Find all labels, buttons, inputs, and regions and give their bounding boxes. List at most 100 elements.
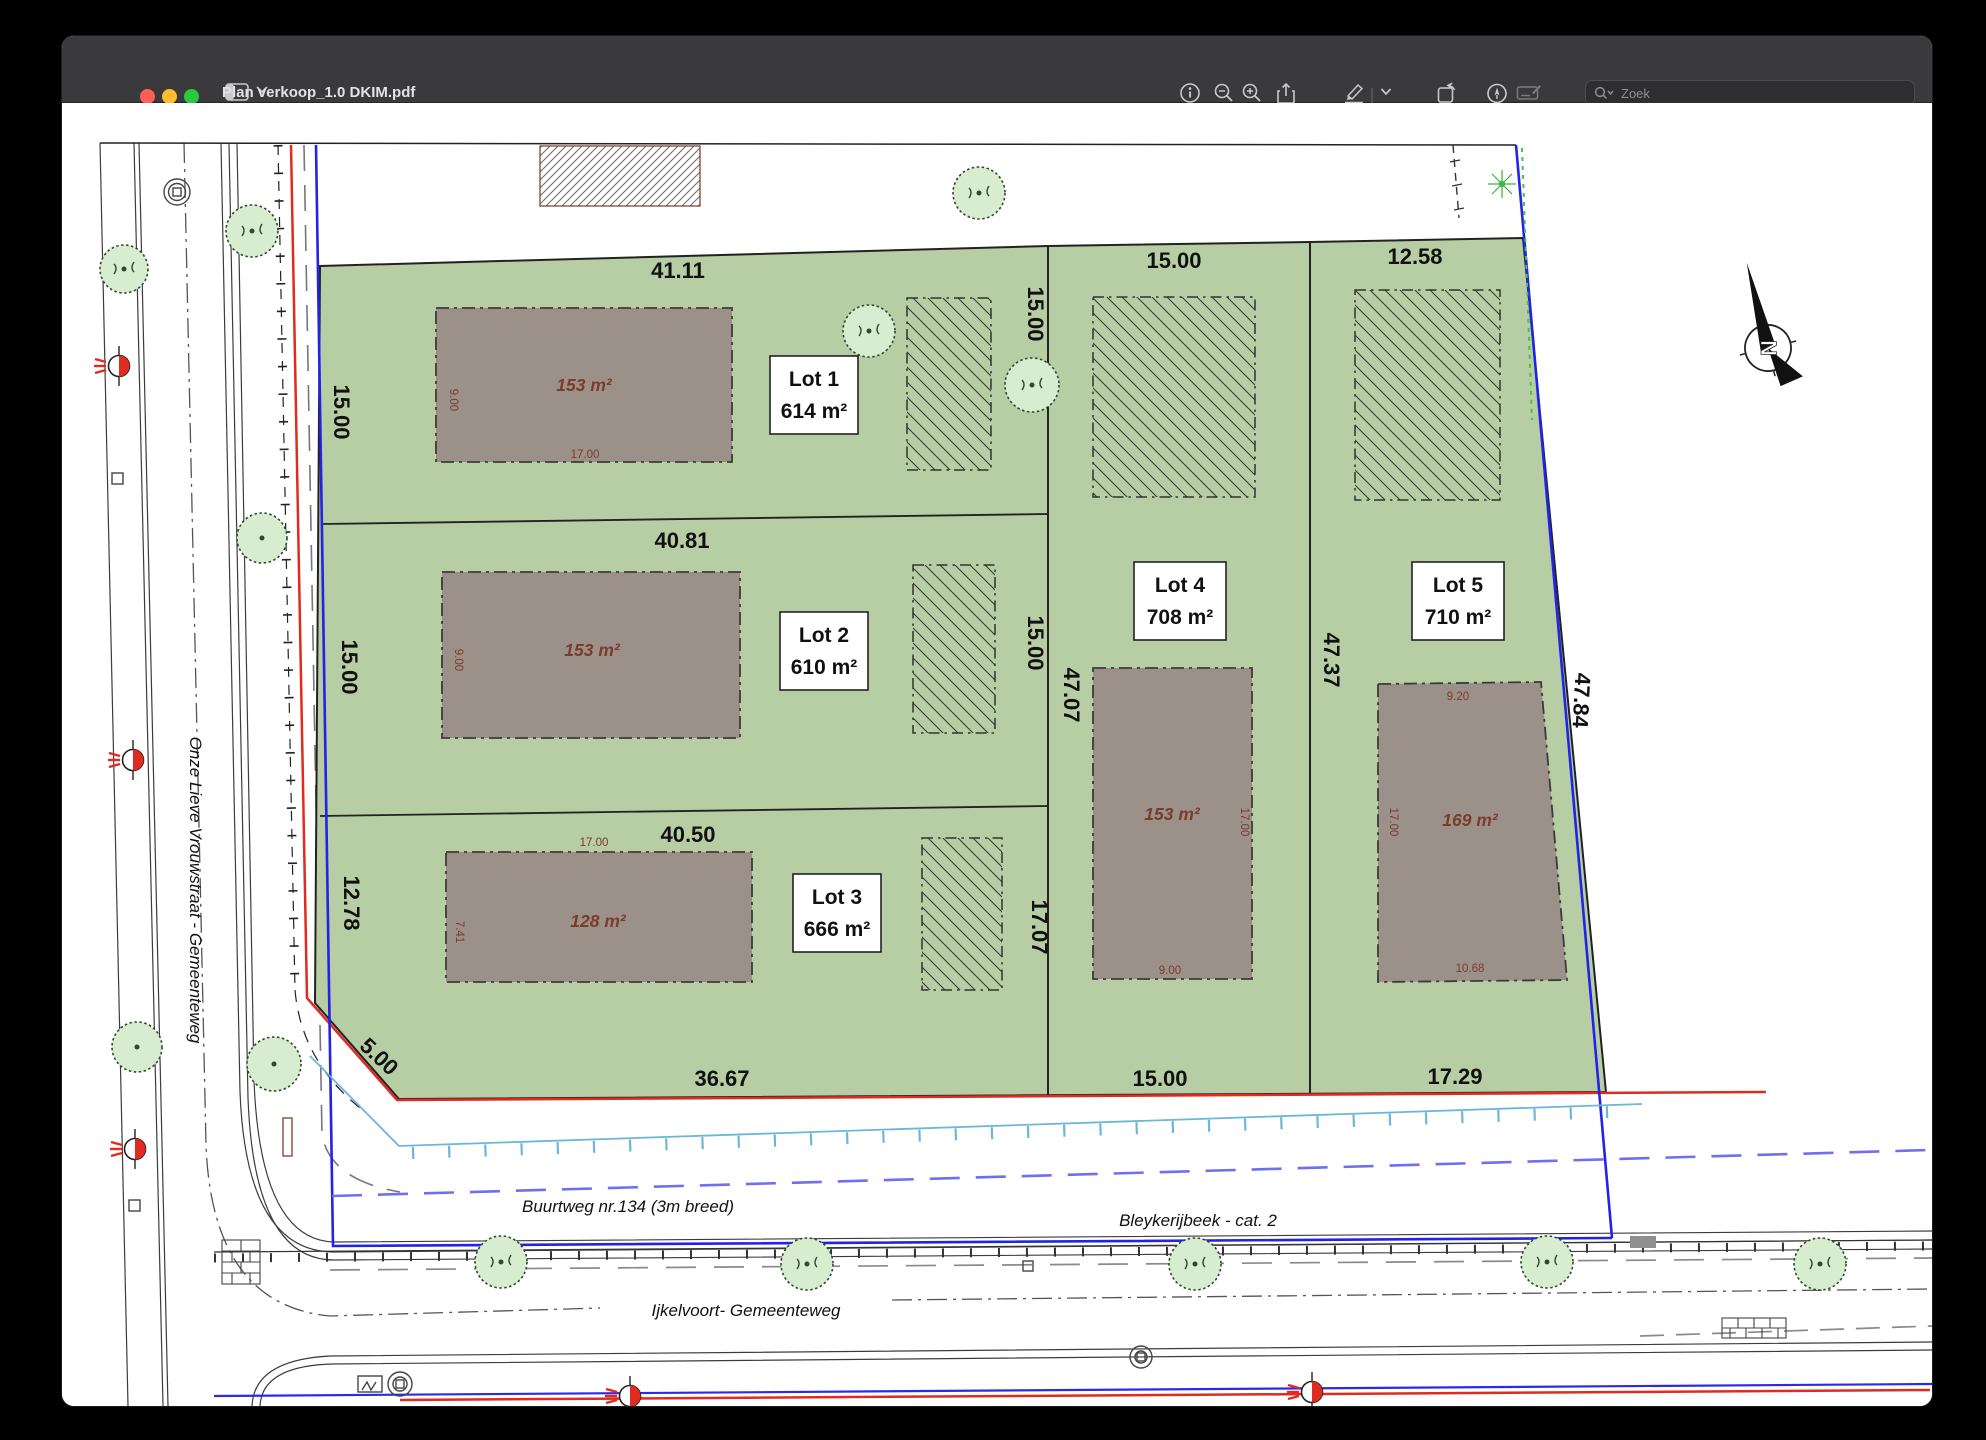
minimize-button[interactable] [162, 89, 177, 104]
titlebar: Weergave Plan verkoop_1.0 DKIM.pdf 1 pag… [62, 36, 1932, 103]
form-icon [1516, 82, 1542, 104]
lot4-building-side: 9.00 [1159, 965, 1181, 977]
dim-top-lot4: 15.00 [1146, 248, 1201, 273]
lot5-building-length: 17.00 [1387, 808, 1399, 837]
window-title: Plan verkoop_1.0 DKIM.pdf [222, 84, 415, 101]
highlight-button[interactable] [1342, 82, 1366, 104]
driveway-lot4 [1093, 297, 1255, 497]
street-label-buurtweg: Buurtweg nr.134 (3m breed) [522, 1197, 734, 1216]
lot3-name: Lot 3 [812, 886, 862, 909]
lot5-area: 710 m² [1425, 606, 1492, 629]
lot1-building-area: 153 m² [556, 375, 613, 395]
dim-bottom-left: 36.67 [694, 1066, 749, 1091]
driveway-lot2 [913, 565, 995, 733]
dim-lot5-depth-right: 47.84 [1568, 672, 1596, 729]
dim-left-middle: 15.00 [337, 639, 362, 694]
street-label-bleykerijbeek: Bleykerijbeek - cat. 2 [1119, 1211, 1277, 1230]
lot3-building-side: 7.41 [453, 921, 465, 943]
zoom-in-icon [1241, 82, 1263, 104]
street-label-ijkelvoort: Ijkelvoort- Gemeenteweg [652, 1301, 842, 1320]
driveway-lot5 [1355, 290, 1500, 500]
zoom-out-icon [1213, 82, 1235, 104]
lot1-area: 614 m² [781, 400, 848, 423]
marker-post [283, 1118, 292, 1156]
lot5-building-area: 169 m² [1442, 810, 1499, 830]
zoom-out-button[interactable] [1213, 82, 1235, 104]
preview-window: Weergave Plan verkoop_1.0 DKIM.pdf 1 pag… [62, 36, 1932, 1406]
lot2-building-side: 9.00 [452, 649, 464, 671]
markup-icon [1486, 82, 1509, 105]
info-button[interactable] [1179, 82, 1201, 104]
lot2-name: Lot 2 [799, 624, 849, 647]
shrub-icon [1488, 170, 1516, 198]
dim-top-lot1: 41.11 [651, 258, 705, 283]
site-plan: 153 m² 17.00 9.00 153 m² 9.00 17.00 128 … [62, 103, 1932, 1406]
dim-lot4-depth-right: 47.37 [1319, 632, 1344, 687]
lot1-building-length: 17.00 [571, 449, 600, 461]
dim-lot2-right: 15.00 [1023, 615, 1048, 670]
north-compass: N [1719, 256, 1806, 394]
markup-button[interactable] [1486, 82, 1509, 105]
search-input[interactable] [1619, 85, 1906, 102]
dim-left-upper: 15.00 [329, 384, 354, 439]
highlight-chevron-icon[interactable] [1381, 88, 1392, 96]
brick-wall-icon [1722, 1318, 1786, 1338]
frame-top-line [100, 143, 1516, 145]
utility-box [112, 473, 123, 484]
pdf-page[interactable]: 153 m² 17.00 9.00 153 m² 9.00 17.00 128 … [62, 103, 1932, 1406]
lamp-icon [94, 346, 130, 386]
lot5-building-bottom: 10.68 [1456, 963, 1485, 975]
rotate-icon [1435, 82, 1459, 105]
culvert-mark [1630, 1236, 1656, 1248]
dim-mid-lot2: 40.81 [654, 528, 709, 553]
lot1-building-side: 9.00 [447, 389, 459, 411]
lot1-label-box: Lot 1 614 m² [770, 356, 858, 434]
fill-form-button[interactable] [1516, 82, 1542, 104]
lot5-name: Lot 5 [1433, 574, 1483, 597]
dim-lot4-depth-left: 47.07 [1059, 667, 1084, 722]
lot2-area: 610 m² [791, 656, 858, 679]
lot3-building-area: 128 m² [570, 911, 627, 931]
street-label-left: Onze Lieve Vrouwstraat - Gemeenteweg [186, 737, 205, 1044]
manhole-icon [164, 179, 190, 205]
dim-mid-lot3: 40.50 [660, 822, 715, 847]
dim-left-lower: 12.78 [339, 875, 364, 930]
info-icon [1179, 82, 1201, 104]
lot4-building-length: 17.00 [1238, 808, 1250, 837]
search-icon [1594, 86, 1614, 100]
dim-top-lot5: 12.58 [1387, 244, 1442, 269]
brick-wall-icon [222, 1240, 260, 1284]
manhole-icon [358, 1372, 412, 1396]
lot3-area: 666 m² [804, 918, 871, 941]
lot1-name: Lot 1 [789, 368, 839, 391]
lot2-label-box: Lot 2 610 m² [780, 612, 868, 690]
lot4-area: 708 m² [1147, 606, 1214, 629]
dim-bottom-right: 17.29 [1427, 1064, 1482, 1089]
close-button[interactable] [140, 89, 155, 104]
utility-box [1023, 1261, 1033, 1271]
dim-lot1-right: 15.00 [1023, 286, 1048, 341]
lot5-label-box: Lot 5 710 m² [1412, 562, 1504, 640]
zoom-in-button[interactable] [1241, 82, 1263, 104]
driveway-lot1 [907, 298, 991, 470]
toolbar-divider [1371, 88, 1374, 104]
driveway-lot3 [922, 838, 1002, 990]
lot4-building-area: 153 m² [1144, 804, 1201, 824]
lot3-label-box: Lot 3 666 m² [793, 874, 881, 952]
compass-n-label: N [1756, 340, 1781, 356]
lamp-icon [110, 1129, 146, 1169]
lot4-name: Lot 4 [1155, 574, 1205, 597]
lot4-label-box: Lot 4 708 m² [1134, 562, 1226, 640]
building-lot5 [1378, 682, 1567, 982]
dim-lot3-right: 17.07 [1027, 899, 1052, 954]
pencil-icon [1342, 82, 1366, 104]
lot5-building-top: 9.20 [1447, 691, 1469, 703]
dim-bottom-mid: 15.00 [1132, 1066, 1187, 1091]
brook-lines [214, 1056, 1932, 1400]
lot3-building-length: 17.00 [580, 837, 609, 849]
rotate-button[interactable] [1435, 82, 1459, 105]
fence-line [1450, 145, 1464, 218]
fullscreen-button[interactable] [184, 89, 199, 104]
utility-box [129, 1200, 140, 1211]
lot2-building-area: 153 m² [564, 640, 621, 660]
